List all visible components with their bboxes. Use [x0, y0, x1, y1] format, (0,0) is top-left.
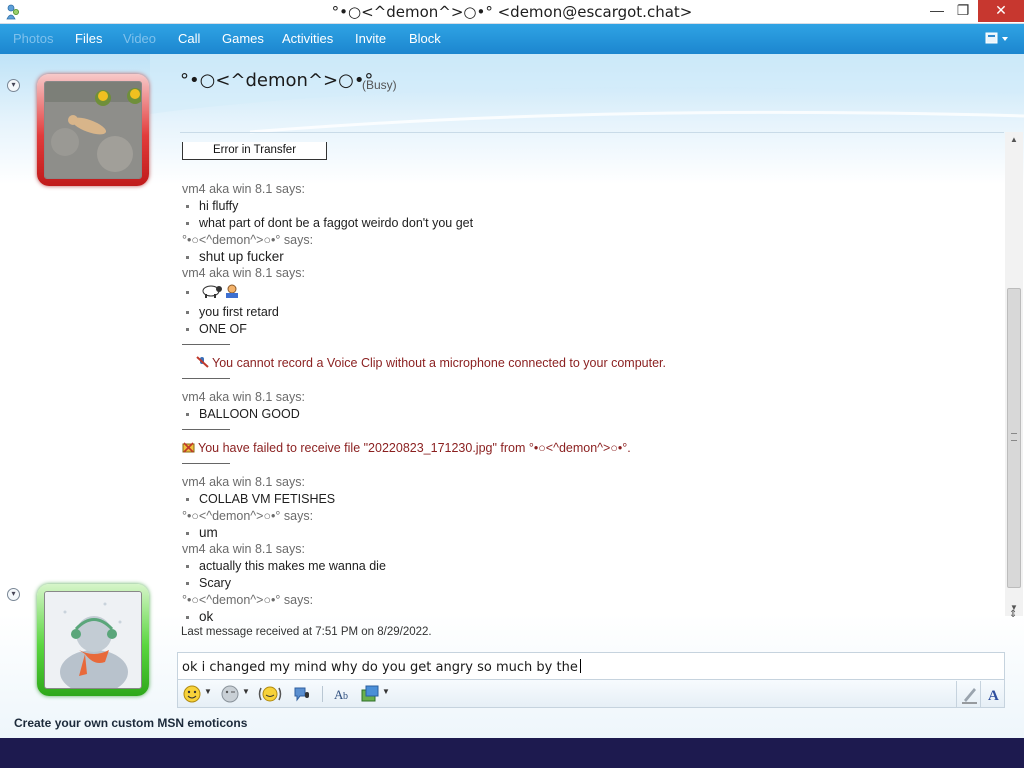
bullet-icon: [186, 565, 189, 569]
nudge-icon[interactable]: [258, 684, 282, 704]
bullet-icon: [186, 255, 189, 259]
system-message: You have failed to receive file "2022082…: [182, 441, 631, 455]
toolbar-divider: [322, 686, 323, 702]
bullet-icon: [186, 582, 189, 586]
separator: [182, 429, 230, 430]
last-message-timestamp: Last message received at 7:51 PM on 8/29…: [181, 626, 432, 638]
message-line: um: [186, 525, 218, 540]
bullet-icon: [186, 291, 189, 295]
message-input[interactable]: ok i changed my mind why do you get angr…: [177, 652, 1005, 680]
sender-line: vm4 aka win 8.1 says:: [182, 542, 305, 556]
layout-options-icon[interactable]: [984, 30, 1014, 48]
bullet-icon: [186, 328, 189, 332]
bullet-icon: [186, 615, 189, 619]
emoticon-sheep-icon: [202, 284, 239, 298]
menu-block[interactable]: Block: [409, 31, 441, 46]
message-line: ok: [186, 609, 213, 624]
bullet-icon: [186, 531, 189, 535]
cat-photo-image: [45, 82, 141, 178]
menu-bar: Photos Files Video Call Games Activities…: [0, 24, 1024, 54]
separator: [182, 463, 230, 464]
background-dropdown-icon[interactable]: ▼: [382, 687, 390, 696]
own-photo: [44, 591, 142, 689]
message-line: shut up fucker: [186, 249, 284, 264]
bullet-icon: [186, 205, 189, 209]
emoticon-dropdown-icon[interactable]: ▼: [204, 687, 212, 696]
svg-text:b: b: [343, 691, 348, 702]
menu-files[interactable]: Files: [75, 31, 102, 46]
sender-line: °•○<^demon^>○•° says:: [182, 509, 314, 523]
conversation-history: Error in Transfer vm4 aka win 8.1 says: …: [182, 142, 1004, 632]
voice-clip-icon[interactable]: [292, 684, 312, 704]
close-button[interactable]: ✕: [978, 0, 1024, 22]
separator: [182, 378, 230, 379]
bullet-icon: [186, 222, 189, 226]
contact-display-picture[interactable]: [37, 74, 149, 186]
message-line: [186, 283, 240, 299]
message-line: COLLAB VM FETISHES: [186, 492, 335, 506]
sender-line: vm4 aka win 8.1 says:: [182, 266, 305, 280]
minimize-button[interactable]: —: [924, 0, 950, 22]
microphone-blocked-icon: [196, 356, 209, 368]
title-bar: °•○<^demon^>○•° <demon@escargot.chat> — …: [0, 0, 1024, 24]
menu-call[interactable]: Call: [178, 31, 200, 46]
emoticon-icon[interactable]: [182, 684, 202, 704]
maximize-button[interactable]: ❐: [950, 0, 976, 22]
message-line: BALLOON GOOD: [186, 407, 300, 421]
system-message: You cannot record a Voice Clip without a…: [196, 356, 666, 370]
text-caret: [579, 659, 581, 673]
conversation-window: ▾ °•○<^demon^>○•° (Busy) Error in Transf…: [0, 54, 1024, 738]
menu-video[interactable]: Video: [123, 31, 156, 46]
wink-icon[interactable]: [220, 684, 240, 704]
sender-line: vm4 aka win 8.1 says:: [182, 390, 305, 404]
sender-line: °•○<^demon^>○•° says:: [182, 593, 314, 607]
background-icon[interactable]: [360, 684, 380, 704]
snowman-avatar-image: [45, 592, 141, 688]
contact-name: °•○<^demon^>○•°: [180, 70, 374, 91]
message-line: hi fluffy: [186, 199, 238, 213]
taskbar: [0, 738, 1024, 768]
header-divider: [180, 132, 1004, 133]
conversation-scrollbar[interactable]: ▲ ▼: [1005, 132, 1023, 616]
contact-status: (Busy): [362, 78, 397, 92]
menu-invite[interactable]: Invite: [355, 31, 386, 46]
wink-dropdown-icon[interactable]: ▼: [242, 687, 250, 696]
error-in-transfer-button[interactable]: Error in Transfer: [182, 142, 327, 160]
header-background: [150, 54, 1024, 134]
font-icon[interactable]: A b: [332, 684, 354, 704]
bullet-icon: [186, 311, 189, 315]
message-line: what part of dont be a faggot weirdo don…: [186, 216, 473, 230]
letter-a-icon: A: [988, 688, 999, 704]
window-title: °•○<^demon^>○•° <demon@escargot.chat>: [331, 3, 693, 21]
svg-text:A: A: [988, 688, 999, 704]
handwriting-button[interactable]: [956, 681, 982, 707]
compose-toolbar: ▼ ▼ A b ▼ A: [177, 680, 1005, 708]
contact-photo: [44, 81, 142, 179]
file-transfer-failed-icon: [182, 442, 195, 453]
scroll-up-arrow-icon[interactable]: ▲: [1005, 132, 1023, 148]
message-line: actually this makes me wanna die: [186, 559, 386, 573]
message-line: ONE OF: [186, 322, 247, 336]
text-mode-button[interactable]: A: [980, 681, 1006, 707]
separator: [182, 344, 230, 345]
message-line: you first retard: [186, 305, 279, 319]
own-display-picture[interactable]: [37, 584, 149, 696]
message-line: Scary: [186, 576, 231, 590]
collapse-contact-picture-button[interactable]: ▾: [7, 79, 20, 92]
create-emoticons-link[interactable]: Create your own custom MSN emoticons: [14, 716, 247, 730]
menu-photos[interactable]: Photos: [13, 31, 53, 46]
scroll-thumb[interactable]: [1007, 288, 1021, 588]
sender-line: vm4 aka win 8.1 says:: [182, 182, 305, 196]
collapse-own-picture-button[interactable]: ▾: [7, 588, 20, 601]
bullet-icon: [186, 498, 189, 502]
menu-activities[interactable]: Activities: [282, 31, 333, 46]
sender-line: vm4 aka win 8.1 says:: [182, 475, 305, 489]
menu-games[interactable]: Games: [222, 31, 264, 46]
bullet-icon: [186, 413, 189, 417]
grip-icon: [1011, 433, 1017, 441]
sender-line: °•○<^demon^>○•° says:: [182, 233, 314, 247]
expand-input-icon[interactable]: ⇕: [1009, 609, 1017, 620]
